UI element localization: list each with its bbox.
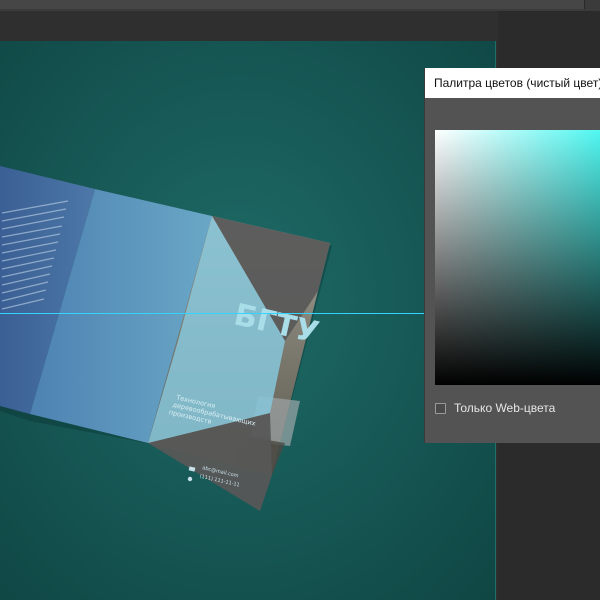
- web-colors-only-label: Только Web-цвета: [454, 401, 556, 415]
- horizontal-guide[interactable]: [0, 313, 424, 314]
- color-field[interactable]: [435, 130, 600, 385]
- brochure-mockup: БГТУ Технология деревообрабатывающих про…: [0, 166, 332, 511]
- document-canvas[interactable]: БГТУ Технология деревообрабатывающих про…: [0, 41, 496, 600]
- web-colors-only-checkbox[interactable]: [435, 402, 446, 414]
- color-picker-dialog: Палитра цветов (чистый цвет) Только Web-…: [424, 68, 600, 443]
- top-bar: [0, 0, 600, 11]
- phone-icon: [187, 476, 193, 482]
- color-picker-title[interactable]: Палитра цветов (чистый цвет): [425, 68, 600, 98]
- web-colors-only-option[interactable]: Только Web-цвета: [435, 400, 555, 416]
- options-bar: [0, 0, 585, 9]
